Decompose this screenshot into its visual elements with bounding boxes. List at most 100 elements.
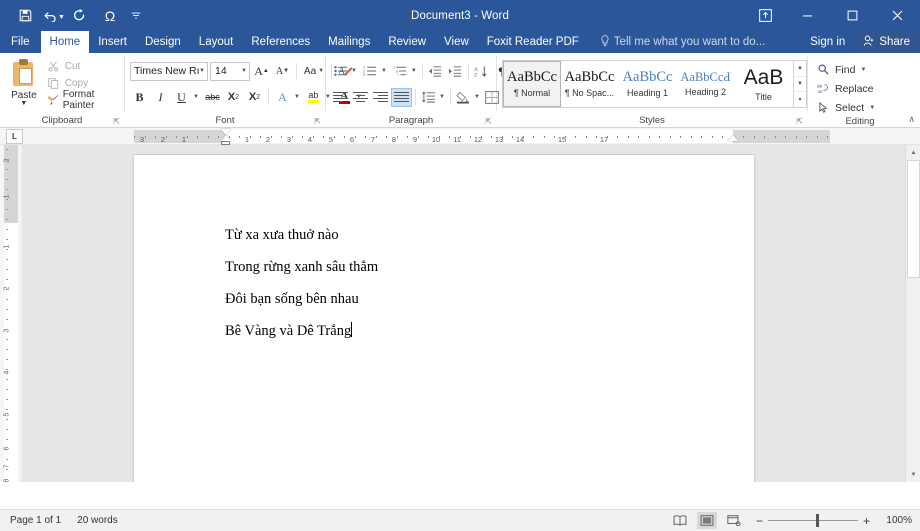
line-spacing-dropdown-icon[interactable]: ▼: [439, 94, 445, 100]
tab-design[interactable]: Design: [136, 31, 190, 53]
tell-me-search[interactable]: Tell me what you want to do...: [588, 31, 765, 53]
save-icon[interactable]: [10, 4, 40, 28]
share-button[interactable]: Share: [855, 31, 920, 53]
collapse-ribbon-icon[interactable]: ∧: [908, 114, 915, 125]
tab-insert[interactable]: Insert: [89, 31, 136, 53]
underline-dropdown-icon[interactable]: ▼: [193, 94, 199, 100]
document-page[interactable]: Từ xa xưa thuở nào Trong rừng xanh sâu t…: [134, 155, 754, 482]
tab-home[interactable]: Home: [40, 31, 90, 53]
styles-dialog-launcher-icon[interactable]: ⇱: [796, 117, 803, 126]
paste-dropdown-icon[interactable]: ▼: [20, 100, 27, 107]
font-name-caret-icon[interactable]: ▼: [199, 68, 205, 74]
redo-icon[interactable]: [65, 4, 95, 28]
find-dropdown-icon[interactable]: ▼: [860, 67, 866, 73]
styles-gallery-scroller[interactable]: ▲ ▼ ▾: [793, 61, 806, 107]
text-highlight-color-button[interactable]: ab: [304, 88, 323, 107]
change-case-button[interactable]: Aa ▼: [301, 62, 327, 81]
symbol-omega-icon[interactable]: Ω: [95, 4, 125, 28]
vertical-scrollbar[interactable]: ▲ ▼: [905, 145, 920, 482]
shrink-font-button[interactable]: A ▼: [273, 62, 292, 81]
font-dialog-launcher-icon[interactable]: ⇱: [314, 117, 321, 126]
style-heading-1[interactable]: AaBbCс Heading 1: [619, 61, 677, 107]
scrollbar-thumb[interactable]: [907, 160, 920, 278]
font-size-caret-icon[interactable]: ▼: [241, 68, 247, 74]
format-painter-button[interactable]: Format Painter: [47, 89, 119, 111]
paragraph-dialog-launcher-icon[interactable]: ⇱: [485, 117, 492, 126]
styles-scroll-up-icon[interactable]: ▲: [794, 61, 806, 77]
style-heading-2[interactable]: AaBbCcԀ Heading 2: [677, 61, 735, 107]
paste-button[interactable]: Paste ▼: [5, 58, 43, 107]
scroll-down-icon[interactable]: ▼: [906, 467, 920, 482]
grow-font-button[interactable]: A ▲: [252, 62, 271, 81]
tab-references[interactable]: References: [242, 31, 319, 53]
bold-button[interactable]: B: [130, 88, 149, 107]
tab-mailings[interactable]: Mailings: [319, 31, 379, 53]
zoom-slider[interactable]: − +: [751, 514, 875, 528]
print-layout-button[interactable]: [696, 512, 717, 529]
cut-button[interactable]: Cut: [47, 58, 119, 74]
line-spacing-button[interactable]: [419, 88, 438, 107]
customize-qat-icon[interactable]: [125, 4, 147, 28]
web-layout-button[interactable]: [724, 512, 744, 529]
zoom-level[interactable]: 100%: [882, 515, 912, 526]
style-normal[interactable]: AaBbCc ¶ Normal: [503, 61, 561, 107]
read-mode-button[interactable]: [670, 512, 690, 529]
tab-stop-selector[interactable]: L: [6, 128, 23, 144]
decrease-indent-button[interactable]: [426, 62, 445, 81]
select-button[interactable]: Select ▼: [816, 99, 875, 116]
styles-scroll-down-icon[interactable]: ▼: [794, 77, 806, 93]
close-button[interactable]: [875, 0, 920, 31]
replace-button[interactable]: ab ac Replace: [816, 80, 873, 97]
increase-indent-button[interactable]: [446, 62, 465, 81]
clipboard-dialog-launcher-icon[interactable]: ⇱: [113, 117, 120, 126]
style-no-spacing[interactable]: AaBbCc ¶ No Spac...: [561, 61, 619, 107]
document-canvas[interactable]: Từ xa xưa thuở nào Trong rừng xanh sâu t…: [22, 145, 905, 482]
align-right-button[interactable]: [371, 88, 390, 107]
undo-dropdown-icon[interactable]: ▼: [58, 14, 65, 21]
align-left-button[interactable]: [331, 88, 350, 107]
italic-button[interactable]: I: [151, 88, 170, 107]
underline-button[interactable]: U: [172, 88, 191, 107]
superscript-button[interactable]: X2: [245, 88, 264, 107]
tab-file[interactable]: File: [0, 31, 41, 53]
zoom-out-button[interactable]: −: [751, 514, 768, 528]
zoom-track[interactable]: [767, 514, 858, 527]
document-text-body[interactable]: Từ xa xưa thuở nào Trong rừng xanh sâu t…: [225, 219, 685, 347]
select-dropdown-icon[interactable]: ▼: [869, 105, 875, 111]
maximize-button[interactable]: [830, 0, 875, 31]
zoom-knob[interactable]: [815, 514, 819, 527]
tab-view[interactable]: View: [435, 31, 478, 53]
ribbon-display-options-icon[interactable]: [745, 0, 785, 31]
sort-button[interactable]: AZ: [472, 62, 491, 81]
font-name-combobox[interactable]: Times New Rı ▼: [130, 61, 208, 81]
tab-foxit-reader-pdf[interactable]: Foxit Reader PDF: [478, 31, 588, 53]
zoom-in-button[interactable]: +: [858, 514, 875, 528]
sign-in-button[interactable]: Sign in: [800, 31, 855, 53]
numbering-button[interactable]: 123: [361, 62, 380, 81]
align-center-button[interactable]: [351, 88, 370, 107]
shading-dropdown-icon[interactable]: ▼: [474, 94, 480, 100]
font-size-combobox[interactable]: 14 ▼: [210, 61, 250, 81]
text-effects-dropdown-icon[interactable]: ▼: [294, 94, 300, 100]
style-title[interactable]: AaB Title: [735, 61, 793, 107]
justify-button[interactable]: [391, 87, 412, 107]
page-status[interactable]: Page 1 of 1: [10, 515, 61, 526]
find-button[interactable]: Find ▼: [816, 61, 866, 78]
bullets-dropdown-icon[interactable]: ▼: [351, 68, 357, 74]
scroll-up-icon[interactable]: ▲: [906, 145, 920, 160]
tab-review[interactable]: Review: [379, 31, 435, 53]
bullets-button[interactable]: [331, 62, 350, 81]
text-effects-button[interactable]: A: [273, 88, 292, 107]
multilevel-dropdown-icon[interactable]: ▼: [411, 68, 417, 74]
word-count[interactable]: 20 words: [77, 515, 118, 526]
minimize-button[interactable]: [785, 0, 830, 31]
shading-button[interactable]: [454, 88, 473, 107]
numbering-dropdown-icon[interactable]: ▼: [381, 68, 387, 74]
tab-layout[interactable]: Layout: [190, 31, 243, 53]
styles-more-icon[interactable]: ▾: [794, 92, 806, 107]
subscript-button[interactable]: X2: [224, 88, 243, 107]
right-indent-marker[interactable]: [728, 135, 738, 141]
multilevel-list-button[interactable]: 1ai: [391, 62, 410, 81]
strikethrough-button[interactable]: abc: [203, 88, 222, 107]
ruler-track[interactable]: 3 2 1 1 2 3 4 5 6 7 8 9 10 11 12 13 14 15 17: [134, 129, 830, 145]
